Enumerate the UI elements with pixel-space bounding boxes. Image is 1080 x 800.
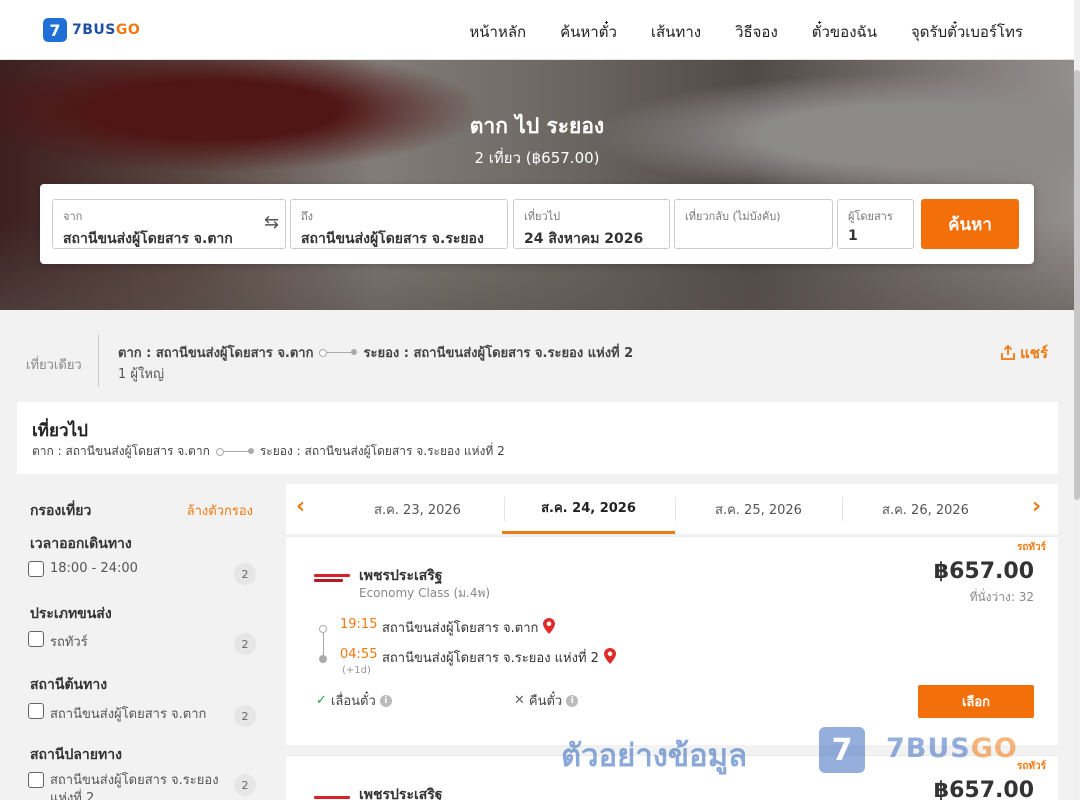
share-icon [1001,345,1015,360]
search-button[interactable]: ค้นหา [921,199,1019,249]
route-connector-icon [215,448,254,456]
trip-result-card: รถทัวร์ เพชรประเสริฐ Economy Class (ม.4พ… [286,536,1058,745]
page-scrollbar[interactable] [1074,0,1080,800]
arrival-time: 04:55 [340,647,378,662]
transport-tag: รถทัวร์ [1016,761,1046,772]
map-pin-icon[interactable] [543,617,556,638]
filter-option-departure-time[interactable]: 18:00 - 24:00 2 [28,561,258,585]
filter-group-title: เวลาออกเดินทาง [30,536,132,552]
to-field[interactable]: ถึง สถานีขนส่งผู้โดยสาร จ.ระยอง [290,199,508,249]
from-field[interactable]: จาก สถานีขนส่งผู้โดยสาร จ.ตาก [52,199,286,249]
departure-time: 19:15 [340,617,378,632]
logo-badge: 7 [43,18,67,42]
watermark-logo-badge: 7 [819,727,865,773]
nav-ticket-pickup[interactable]: จุดรับตั๋วเบอร์โทร [911,20,1023,44]
share-button[interactable]: แชร์ [1000,341,1048,365]
logo-text: 7BUSGO [72,22,141,38]
count-badge: 2 [234,705,256,727]
arrival-station: สถานีขนส่งผู้โดยสาร จ.ระยอง แห่งที่ 2 [382,647,616,668]
trip-type: เที่ยวเดียว [26,358,82,373]
watermark-text: ตัวอย่างข้อมูล [561,738,748,774]
operator-logo [314,574,350,586]
cross-icon: ✕ [514,693,525,708]
hero-banner: ตาก ไป ระยอง 2 เที่ยว (฿657.00) จาก สถาน… [0,60,1074,310]
trip-summary-bar: เที่ยวเดียว ตาก : สถานีขนส่งผู้โดยสาร จ.… [0,311,1074,397]
swap-icon[interactable]: ⇆ [264,212,279,233]
route-connector-icon [319,349,358,357]
filter-option-destination-station[interactable]: สถานีขนส่งผู้โดยสาร จ.ระยอง แห่งที่ 2 2 [28,772,258,800]
passenger-field[interactable]: ผู้โดยสาร 1 [837,199,914,249]
reschedule-feature: ✓ เลื่อนตั๋ว i [316,690,392,711]
nav-home[interactable]: หน้าหลัก [469,20,526,44]
top-navbar: 7 7BUSGO หน้าหลัก ค้นหาตั๋ว เส้นทาง วิธี… [0,0,1074,60]
filter-group-title: สถานีปลายทาง [30,747,122,763]
check-icon: ✓ [316,693,327,708]
count-badge: 2 [234,633,256,655]
watermark-brand: 7BUSGO [886,733,1018,764]
trip-origin: ตาก : สถานีขนส่งผู้โดยสาร จ.ตาก [118,346,314,361]
info-icon[interactable]: i [379,694,392,707]
checkbox[interactable] [28,772,44,788]
count-badge: 2 [234,774,256,796]
ticket-price: ฿657.00 [933,559,1034,584]
select-trip-button[interactable]: เลือก [918,685,1034,718]
nav-links: หน้าหลัก ค้นหาตั๋ว เส้นทาง วิธีจอง ตั๋วข… [469,20,1023,44]
transport-tag: รถทัวร์ [1016,542,1046,553]
filter-sidebar: กรองเที่ยว ล้างตัวกรอง เวลาออกเดินทาง 18… [17,484,271,800]
outbound-route: ตาก : สถานีขนส่งผู้โดยสาร จ.ตาก ระยอง : … [32,442,505,461]
divider [98,334,99,387]
nav-routes[interactable]: เส้นทาง [651,20,701,44]
nav-how-to-book[interactable]: วิธีจอง [735,20,778,44]
filter-option-transport-type[interactable]: รถทัวร์ 2 [28,631,258,655]
prev-date-chevron-icon[interactable]: ‹ [296,494,305,519]
operator-name: เพชรประเสริฐ [359,787,443,800]
scrollbar-thumb[interactable] [1074,70,1080,500]
checkbox[interactable] [28,561,44,577]
trip-destination: ระยอง : สถานีขนส่งผู้โดยสาร จ.ระยอง แห่ง… [363,346,634,361]
trip-route: ตาก : สถานีขนส่งผู้โดยสาร จ.ตาก ระยอง : … [118,342,633,363]
map-pin-icon[interactable] [603,647,616,668]
refund-feature: ✕ คืนตั๋ว i [514,690,579,711]
filter-group-title: สถานีต้นทาง [30,677,108,693]
next-date-chevron-icon[interactable]: › [1032,494,1041,519]
departure-station: สถานีขนส่งผู้โดยสาร จ.ตาก [382,617,556,638]
clear-filters-link[interactable]: ล้างตัวกรอง [187,500,253,521]
nav-my-tickets[interactable]: ตั๋วของฉัน [812,20,877,44]
info-icon[interactable]: i [566,694,579,707]
nav-search-tickets[interactable]: ค้นหาตั๋ว [560,20,617,44]
checkbox[interactable] [28,631,44,647]
seat-class: Economy Class (ม.4พ) [359,586,491,600]
from-value: สถานีขนส่งผู้โดยสาร จ.ตาก [63,231,233,247]
outbound-title: เที่ยวไป [32,421,88,441]
outbound-origin: ตาก : สถานีขนส่งผู้โดยสาร จ.ตาก [32,444,210,458]
to-value: สถานีขนส่งผู้โดยสาร จ.ระยอง [301,231,484,247]
hero-title: ตาก ไป ระยอง [469,114,605,138]
checkbox[interactable] [28,703,44,719]
date-tab[interactable]: ส.ค. 26, 2026 [842,484,1009,534]
depart-date-field[interactable]: เที่ยวไป 24 สิงหาคม 2026 [513,199,670,249]
timeline-icon [319,625,327,663]
date-tab[interactable]: ส.ค. 25, 2026 [675,484,842,534]
date-tab[interactable]: ส.ค. 23, 2026 [331,484,504,534]
filter-title: กรองเที่ยว [30,503,92,519]
trip-passengers: 1 ผู้ใหญ่ [118,367,165,382]
filter-option-origin-station[interactable]: สถานีขนส่งผู้โดยสาร จ.ตาก 2 [28,703,258,727]
filter-group-title: ประเภทขนส่ง [30,606,112,622]
outbound-header: เที่ยวไป ตาก : สถานีขนส่งผู้โดยสาร จ.ตาก… [17,402,1058,474]
brand-logo[interactable]: 7 7BUSGO [43,18,140,42]
seats-available: ที่นั่งว่าง: 32 [969,590,1034,604]
passenger-value: 1 [848,228,858,244]
depart-date-value: 24 สิงหาคม 2026 [524,231,644,247]
count-badge: 2 [234,563,256,585]
outbound-destination: ระยอง : สถานีขนส่งผู้โดยสาร จ.ระยอง แห่ง… [259,444,505,458]
hero-subtitle: 2 เที่ยว (฿657.00) [474,149,600,167]
date-tabs: ‹ ส.ค. 23, 2026 ส.ค. 24, 2026 ส.ค. 25, 2… [286,484,1058,534]
next-day-indicator: (+1d) [342,665,371,676]
operator-logo [314,796,350,800]
search-form: จาก สถานีขนส่งผู้โดยสาร จ.ตาก ⇆ ถึง สถาน… [40,184,1034,264]
ticket-price: ฿657.00 [933,778,1034,800]
return-date-field[interactable]: เที่ยวกลับ (ไม่บังคับ) [674,199,833,249]
date-tab-active[interactable]: ส.ค. 24, 2026 [502,484,675,534]
